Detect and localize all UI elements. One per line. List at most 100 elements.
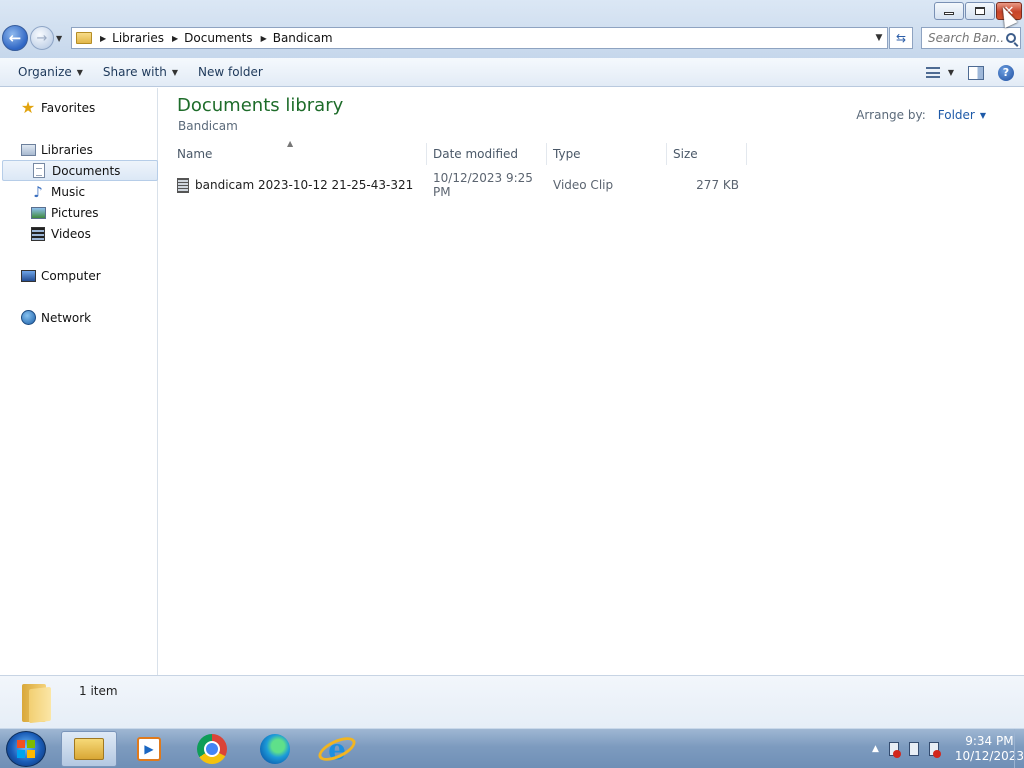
chevron-down-icon: ▼ <box>947 68 954 77</box>
system-tray: ▲ 9:34 PM 10/12/2023 <box>846 729 1024 768</box>
breadcrumb-libraries[interactable]: Libraries <box>112 31 164 45</box>
nav-network-label: Network <box>41 310 92 325</box>
nav-documents[interactable]: Documents <box>2 160 158 181</box>
music-icon: ♪ <box>33 182 43 201</box>
show-desktop-button[interactable] <box>1014 729 1024 768</box>
column-header-size-label: Size <box>673 147 698 161</box>
nav-videos[interactable]: Videos <box>30 223 156 244</box>
breadcrumb-separator-icon[interactable]: ▶ <box>261 34 267 43</box>
nav-documents-label: Documents <box>52 163 121 178</box>
toolbar-right: ▼ ? <box>925 58 1014 87</box>
column-header-name[interactable]: Name ▲ <box>171 139 427 165</box>
column-header-name-label: Name <box>177 147 213 161</box>
nav-videos-label: Videos <box>51 226 91 241</box>
nav-music[interactable]: ♪ Music <box>30 181 156 202</box>
window-chrome: ✕ ← → ▼ ▶ Libraries ▶ Documents ▶ Bandic… <box>0 0 1024 58</box>
edge-icon <box>260 734 290 764</box>
media-player-icon: ▶ <box>137 737 161 761</box>
arrange-by-label: Arrange by: <box>856 108 926 122</box>
address-dropdown-icon[interactable]: ▼ <box>871 33 887 43</box>
command-bar: Organize ▼ Share with ▼ New folder ▼ ? <box>0 58 1024 87</box>
refresh-button[interactable]: ⇆ <box>889 27 913 49</box>
details-pane: 1 item <box>0 675 1024 728</box>
file-type: Video Clip <box>553 178 614 192</box>
search-box[interactable] <box>921 27 1021 49</box>
views-icon <box>925 67 940 78</box>
taskbar-chrome[interactable] <box>184 731 240 767</box>
nav-network[interactable]: Network <box>20 307 156 328</box>
star-icon: ★ <box>20 98 36 117</box>
library-subtitle: Bandicam <box>178 119 238 133</box>
videos-icon <box>30 226 46 242</box>
change-view-button[interactable]: ▼ <box>925 67 954 78</box>
network-status-icon[interactable] <box>908 742 919 756</box>
search-icon[interactable] <box>1006 33 1016 43</box>
nav-pictures-label: Pictures <box>51 205 99 220</box>
forward-button[interactable]: → <box>30 26 54 50</box>
start-button[interactable] <box>6 731 46 767</box>
breadcrumb-separator-icon[interactable]: ▶ <box>100 34 106 43</box>
column-header-size[interactable]: Size <box>667 143 747 165</box>
preview-pane-icon[interactable] <box>968 65 984 80</box>
column-header-type[interactable]: Type <box>547 143 667 165</box>
breadcrumb-bandicam[interactable]: Bandicam <box>273 31 333 45</box>
column-header-type-label: Type <box>553 147 581 161</box>
refresh-icon: ⇆ <box>895 31 907 45</box>
share-with-label: Share with <box>102 65 167 79</box>
breadcrumb-separator-icon[interactable]: ▶ <box>172 34 178 43</box>
nav-libraries[interactable]: Libraries <box>20 139 156 160</box>
column-headers: Name ▲ Date modified Type Size <box>171 139 747 165</box>
windows-logo-icon <box>17 740 35 758</box>
action-center-icon[interactable] <box>888 742 901 758</box>
taskbar-edge[interactable] <box>247 731 303 767</box>
minimize-button[interactable] <box>934 2 964 20</box>
file-name: bandicam 2023-10-12 21-25-43-321 <box>195 178 414 192</box>
restore-button[interactable] <box>965 2 995 20</box>
pictures-icon <box>30 205 46 221</box>
file-name-cell[interactable]: bandicam 2023-10-12 21-25-43-321 <box>171 174 427 196</box>
sort-ascending-icon: ▲ <box>287 139 294 148</box>
new-folder-label: New folder <box>197 65 263 79</box>
taskbar-media-player[interactable]: ▶ <box>121 731 177 767</box>
taskbar-internet-explorer[interactable]: e <box>309 731 365 767</box>
back-button[interactable]: ← <box>2 25 28 51</box>
navigation-buttons: ← → ▼ <box>2 24 66 52</box>
chevron-down-icon: ▼ <box>171 67 178 77</box>
library-title: Documents library <box>177 95 344 116</box>
nav-music-label: Music <box>51 184 86 199</box>
new-folder-button[interactable]: New folder <box>188 58 273 86</box>
file-size: 277 KB <box>696 178 739 192</box>
breadcrumb-documents[interactable]: Documents <box>184 31 252 45</box>
share-with-button[interactable]: Share with ▼ <box>93 58 188 86</box>
nav-libraries-label: Libraries <box>41 142 93 157</box>
recent-pages-dropdown[interactable]: ▼ <box>56 34 66 43</box>
file-list-area: Documents library Bandicam Arrange by: F… <box>159 88 1024 675</box>
video-file-icon <box>177 177 189 193</box>
back-arrow-icon: ← <box>8 29 22 47</box>
chevron-down-icon: ▼ <box>76 67 83 77</box>
column-header-date-modified[interactable]: Date modified <box>427 143 547 165</box>
navigation-pane: ★ Favorites Libraries Documents ♪ Music … <box>0 88 158 675</box>
computer-icon <box>20 268 36 284</box>
minimize-icon <box>944 12 954 15</box>
restore-icon <box>975 7 985 15</box>
nav-pictures[interactable]: Pictures <box>30 202 156 223</box>
chrome-icon <box>197 734 227 764</box>
folder-icon <box>76 32 92 44</box>
file-row[interactable]: bandicam 2023-10-12 21-25-43-321 10/12/2… <box>171 171 747 199</box>
organize-button[interactable]: Organize ▼ <box>0 58 93 86</box>
chevron-down-icon[interactable]: ▼ <box>980 111 986 120</box>
nav-favorites[interactable]: ★ Favorites <box>20 97 156 118</box>
taskbar-explorer[interactable] <box>61 731 117 767</box>
help-icon[interactable]: ? <box>998 64 1014 81</box>
arrange-by-dropdown[interactable]: Folder <box>938 108 975 122</box>
volume-muted-icon[interactable] <box>928 742 941 758</box>
search-input[interactable] <box>928 31 1004 45</box>
folder-icon <box>20 682 56 724</box>
show-hidden-icons-icon[interactable]: ▲ <box>872 744 879 754</box>
network-icon <box>20 310 36 326</box>
nav-computer[interactable]: Computer <box>20 265 156 286</box>
document-icon <box>31 163 47 179</box>
item-count: 1 item <box>79 684 118 698</box>
address-bar[interactable]: ▶ Libraries ▶ Documents ▶ Bandicam ▼ <box>71 27 888 49</box>
